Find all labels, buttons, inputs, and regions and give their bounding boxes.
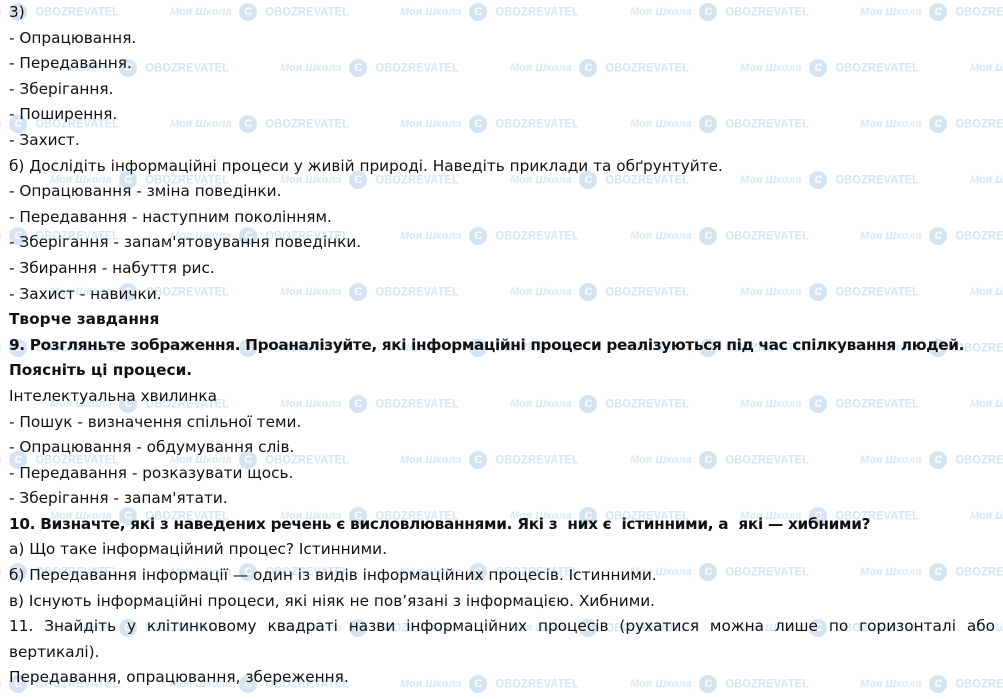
question-9: 9. Розгляньте зображення. Проаналізуйте,… — [9, 335, 965, 354]
list-item: - Зберігання - запам'ятовування поведінк… — [9, 233, 362, 252]
watermark-text-a: Моя Школа — [0, 454, 1, 466]
list-item: - Передавання. — [9, 54, 132, 73]
list-item: - Зберігання - запам'ятати. — [9, 489, 228, 508]
subheading-intellectual-minute: Інтелектуальна хвилинка — [9, 386, 217, 405]
list-item: - Поширення. — [9, 105, 118, 124]
list-item: - Опрацювання - зміна поведінки. — [9, 182, 282, 201]
list-item: - Передавання - розказувати щось. — [9, 463, 294, 482]
question-11: 11. Знайдіть у клітинковому квадраті наз… — [9, 617, 995, 661]
watermark-text-a: Моя Школа — [0, 230, 1, 242]
document-body: 3) - Опрацювання. - Передавання. - Збері… — [9, 0, 995, 691]
answer-b: б) Передавання інформації — один із виді… — [9, 566, 657, 585]
question-10: 10. Визначте, які з наведених речень є в… — [9, 514, 871, 533]
list-item: - Захист - навички. — [9, 284, 162, 303]
list-item: - Опрацювання - обдумування слів. — [9, 438, 295, 457]
list-item: - Збирання - набуття рис. — [9, 258, 215, 277]
list-item: - Зберігання. — [9, 79, 114, 98]
watermark-text-a: Моя Школа — [0, 6, 1, 18]
list-item: - Опрацювання. — [9, 28, 137, 47]
watermark-text-a: Моя Школа — [0, 342, 1, 354]
watermark-text-a: Моя Школа — [0, 678, 1, 690]
answer-11: Передавання, опрацювання, збереження. — [9, 668, 349, 687]
watermark-text-a: Моя Школа — [0, 566, 1, 578]
list-item: - Захист. — [9, 130, 80, 149]
answer-a: а) Що таке інформаційний процес? Істинни… — [9, 540, 387, 559]
answer-label-3: 3) — [9, 3, 25, 21]
list-item: - Передавання - наступним поколінням. — [9, 207, 332, 226]
list-item: - Пошук - визначення спільної теми. — [9, 412, 302, 431]
watermark-text-a: Моя Школа — [0, 118, 1, 130]
question-9-continuation: Поясніть ці процеси. — [9, 361, 193, 380]
section-heading-creative-task: Творче завдання — [9, 310, 160, 329]
question-b: б) Дослідіть інформаційні процеси у живі… — [9, 156, 723, 175]
answer-c: в) Існують інформаційні процеси, які нія… — [9, 591, 656, 610]
